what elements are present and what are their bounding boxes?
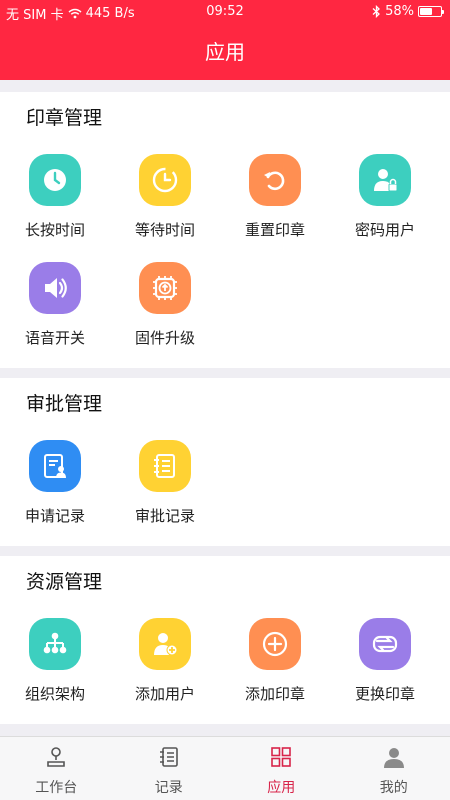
tab-label: 我的 [379, 780, 408, 796]
org-structure-icon [29, 618, 81, 670]
app-item-label: 添加印章 [244, 685, 305, 703]
section-title: 资源管理 [26, 571, 103, 593]
page-title: 应用 [205, 40, 245, 64]
add-user-icon [139, 618, 191, 670]
app-item[interactable]: 长按时间 [0, 146, 110, 254]
user-lock-icon [359, 154, 411, 206]
app-item[interactable]: 组织架构 [0, 610, 110, 718]
app-item[interactable]: 语音开关 [0, 254, 110, 362]
app-item-label: 长按时间 [24, 221, 85, 239]
section-2: 资源管理组织架构 添加用户 添加印章 更换印章 [0, 556, 450, 724]
tab-label: 应用 [267, 780, 296, 796]
app-item[interactable]: 添加印章 [220, 610, 330, 718]
tab-2[interactable]: 应用 [225, 737, 338, 800]
section-grid: 长按时间 等待时间 重置印章 密码用户语音开关 固件升级 [0, 132, 450, 362]
app-item-label: 密码用户 [354, 221, 415, 239]
apps-icon [269, 745, 293, 773]
app-content: 印章管理长按时间 等待时间 重置印章 密码用户语音开关 固件升级审批管理申请记录 审批记录… [0, 80, 450, 736]
battery-percent: 58% [385, 4, 414, 19]
app-item[interactable]: 重置印章 [220, 146, 330, 254]
status-bar: 无 SIM 卡 445 B/s 09:52 58% [0, 0, 450, 24]
application-record-icon [29, 440, 81, 492]
app-item-label: 申请记录 [24, 507, 85, 525]
tab-0[interactable]: 工作台 [0, 737, 113, 800]
tab-bar: 工作台 记录 应用 我的 [0, 736, 450, 800]
app-item[interactable]: 更换印章 [330, 610, 440, 718]
add-seal-icon [249, 618, 301, 670]
clock-icon [29, 154, 81, 206]
app-item-label: 语音开关 [24, 329, 85, 347]
swap-seal-icon [359, 618, 411, 670]
app-item[interactable]: 添加用户 [110, 610, 220, 718]
tab-label: 工作台 [35, 780, 78, 796]
reset-icon [249, 154, 301, 206]
bluetooth-icon [372, 5, 381, 18]
app-item[interactable]: 申请记录 [0, 432, 110, 540]
section-title: 审批管理 [26, 393, 103, 415]
section-title: 印章管理 [26, 107, 103, 129]
app-item-label: 添加用户 [134, 685, 195, 703]
tab-1[interactable]: 记录 [113, 737, 226, 800]
status-right: 58% [372, 4, 444, 19]
section-grid: 组织架构 添加用户 添加印章 更换印章 [0, 596, 450, 718]
approval-record-icon [139, 440, 191, 492]
workbench-icon [44, 745, 68, 773]
record-icon [157, 745, 181, 773]
tab-3[interactable]: 我的 [338, 737, 450, 800]
upgrade-chip-icon [139, 262, 191, 314]
section-1: 审批管理申请记录 审批记录 [0, 378, 450, 546]
profile-icon [382, 745, 406, 773]
timer-icon [139, 154, 191, 206]
app-item[interactable]: 密码用户 [330, 146, 440, 254]
speaker-icon [29, 262, 81, 314]
app-item[interactable]: 固件升级 [110, 254, 220, 362]
app-item-label: 重置印章 [244, 221, 305, 239]
app-item-label: 组织架构 [24, 685, 85, 703]
battery-icon [418, 6, 444, 17]
section-grid: 申请记录 审批记录 [0, 418, 450, 540]
status-time: 09:52 [206, 4, 244, 19]
app-item[interactable]: 审批记录 [110, 432, 220, 540]
tab-label: 记录 [154, 780, 183, 796]
app-item-label: 更换印章 [354, 685, 415, 703]
section-0: 印章管理长按时间 等待时间 重置印章 密码用户语音开关 固件升级 [0, 92, 450, 368]
app-item-label: 等待时间 [134, 221, 195, 239]
app-item[interactable]: 等待时间 [110, 146, 220, 254]
app-item-label: 审批记录 [134, 507, 195, 525]
nav-bar: 应用 [0, 24, 450, 80]
app-item-label: 固件升级 [134, 329, 195, 347]
